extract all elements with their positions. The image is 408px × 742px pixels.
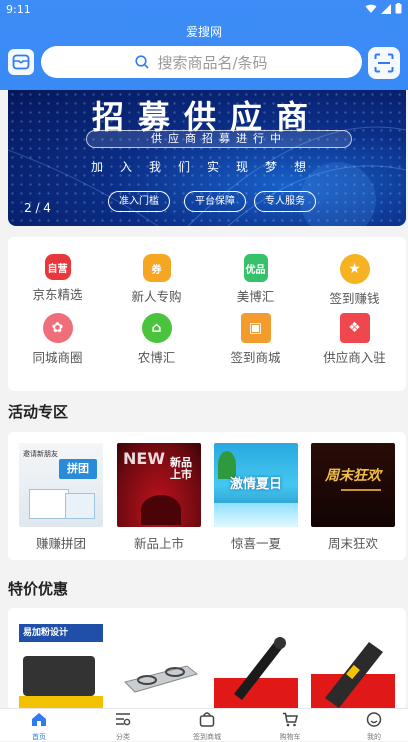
new-arrivals-top-text: NEW (123, 449, 165, 468)
app-title: 爱搜网 (185, 25, 222, 39)
gas-stove-image (124, 665, 199, 693)
activity-item-label: 新品上市 (133, 536, 184, 551)
cart-icon (283, 712, 298, 727)
status-time: 9:11 (6, 3, 31, 16)
activity-item-new-arrivals[interactable]: NEW 新品上市 新品上市 (117, 443, 201, 552)
user-face-icon (366, 712, 382, 727)
new-arrivals-overlay-text: 新品上市 (170, 456, 192, 481)
menu-item-checkin-mall[interactable]: ▣ 签到商城 (206, 313, 305, 366)
category-icon (116, 713, 131, 726)
menu-item-meibohui[interactable]: 优品 美博汇 (206, 254, 305, 305)
deal-item-torch[interactable] (311, 622, 395, 710)
menu-item-label: 供应商入驻 (323, 350, 386, 365)
deal-item-flashlight[interactable] (214, 622, 298, 710)
wifi-icon (365, 4, 377, 13)
deal-item-stove[interactable] (117, 622, 201, 710)
message-icon (12, 54, 30, 70)
promo-banner[interactable]: 招募供应商 供应商招募进行中 加入我们实现梦想 准入门槛 平台保障 专人服务 2… (8, 90, 406, 226)
jd-self-operated-icon: 自营 (44, 254, 71, 280)
shop-bag-icon (199, 712, 215, 727)
activity-zone: 邀请新朋友 拼团 赚赚拼团 NEW 新品上市 新品上市 激情夏日 惊喜一夏 周末… (8, 432, 406, 560)
search-placeholder: 搜索商品名/条码 (157, 53, 268, 72)
menu-item-label: 美博汇 (236, 289, 275, 304)
gift-icon: ❖ (339, 313, 370, 343)
menu-item-checkin-earn[interactable]: ★ 签到赚钱 (305, 254, 404, 307)
menu-item-label: 新人专购 (131, 289, 182, 304)
group-buy-image: 邀请新朋友 拼团 (19, 443, 103, 527)
activity-item-label: 周末狂欢 (327, 536, 378, 551)
menu-item-local-circle[interactable]: ✿ 同城商圈 (8, 313, 107, 366)
banner-subheadline: 供应商招募进行中 (86, 130, 352, 148)
tab-checkin-mall[interactable]: 签到商城 (177, 712, 237, 742)
weekend-overlay-text: 周末狂欢 (325, 468, 381, 484)
search-icon (135, 55, 150, 69)
group-buy-top-text: 邀请新朋友 (23, 450, 58, 458)
menu-item-label: 签到商城 (230, 350, 281, 365)
activity-item-label: 惊喜一夏 (230, 536, 281, 551)
activity-section-title: 活动专区 (8, 403, 69, 421)
printer-toner-image (23, 656, 95, 696)
menu-item-label: 同城商圈 (32, 350, 83, 365)
basket-icon: ⌂ (141, 313, 172, 343)
search-input[interactable]: 搜索商品名/条码 (41, 46, 362, 78)
home-icon (32, 713, 46, 726)
status-bar: 9:11 (0, 0, 408, 18)
star-coin-icon: ★ (339, 254, 370, 284)
group-buy-overlay-text: 拼团 (59, 459, 97, 479)
boxes-icon: ▣ (240, 313, 271, 343)
banner-slogan: 加入我们实现梦想 (90, 160, 323, 174)
weekend-image: 周末狂欢 (311, 443, 395, 527)
tab-category[interactable]: 分类 (93, 712, 153, 742)
summer-overlay-text: 激情夏日 (229, 477, 282, 492)
status-icons (365, 3, 402, 14)
activity-item-group-buy[interactable]: 邀请新朋友 拼团 赚赚拼团 (19, 443, 103, 552)
menu-item-new-user[interactable]: 券 新人专购 (107, 254, 206, 305)
quick-menu: 自营 京东精选 券 新人专购 优品 美博汇 ★ 签到赚钱 ✿ 同城商圈 ⌂ 农博… (8, 237, 406, 391)
flashlight-image (214, 637, 298, 710)
deal-item-name: 易加粉设计 (19, 624, 103, 642)
summer-image: 激情夏日 (214, 443, 298, 527)
signal-icon (381, 3, 391, 14)
deal-item-printer[interactable]: 易加粉设计 (19, 622, 103, 710)
scan-button[interactable] (368, 47, 400, 79)
banner-tag: 专人服务 (254, 191, 316, 212)
excellent-product-icon: 优品 (243, 254, 268, 282)
tab-cart[interactable]: 购物车 (260, 712, 320, 742)
local-circle-icon: ✿ (42, 313, 73, 343)
deals-list: 易加粉设计 (8, 608, 406, 710)
battery-icon (395, 3, 402, 14)
tab-home[interactable]: 首页 (9, 712, 69, 742)
menu-item-nongbohui[interactable]: ⌂ 农博汇 (107, 313, 206, 366)
tab-mine[interactable]: 我的 (344, 712, 404, 742)
message-button[interactable] (8, 49, 34, 75)
activity-item-weekend[interactable]: 周末狂欢 周末狂欢 (311, 443, 395, 552)
top-header: 9:11 爱搜网 搜索商品名/条码 (0, 0, 408, 90)
scan-icon (374, 53, 394, 73)
banner-page-counter: 2 / 4 (24, 201, 51, 215)
deals-section-title: 特价优惠 (8, 580, 69, 598)
menu-item-label: 农博汇 (137, 350, 176, 365)
menu-item-label: 签到赚钱 (329, 291, 380, 306)
activity-item-label: 赚赚拼团 (35, 536, 86, 551)
new-arrivals-image: NEW 新品上市 (117, 443, 201, 527)
menu-item-label: 京东精选 (32, 287, 83, 302)
menu-item-jd-select[interactable]: 自营 京东精选 (8, 254, 107, 303)
banner-tag: 准入门槛 (108, 191, 170, 212)
banner-tag: 平台保障 (184, 191, 246, 212)
bottom-tab-bar: 首页 分类 签到商城 购物车 我的 (0, 708, 408, 741)
menu-item-supplier-join[interactable]: ❖ 供应商入驻 (305, 313, 404, 366)
coupon-icon: 券 (142, 254, 171, 282)
torch-image (311, 642, 395, 710)
activity-item-summer[interactable]: 激情夏日 惊喜一夏 (214, 443, 298, 552)
